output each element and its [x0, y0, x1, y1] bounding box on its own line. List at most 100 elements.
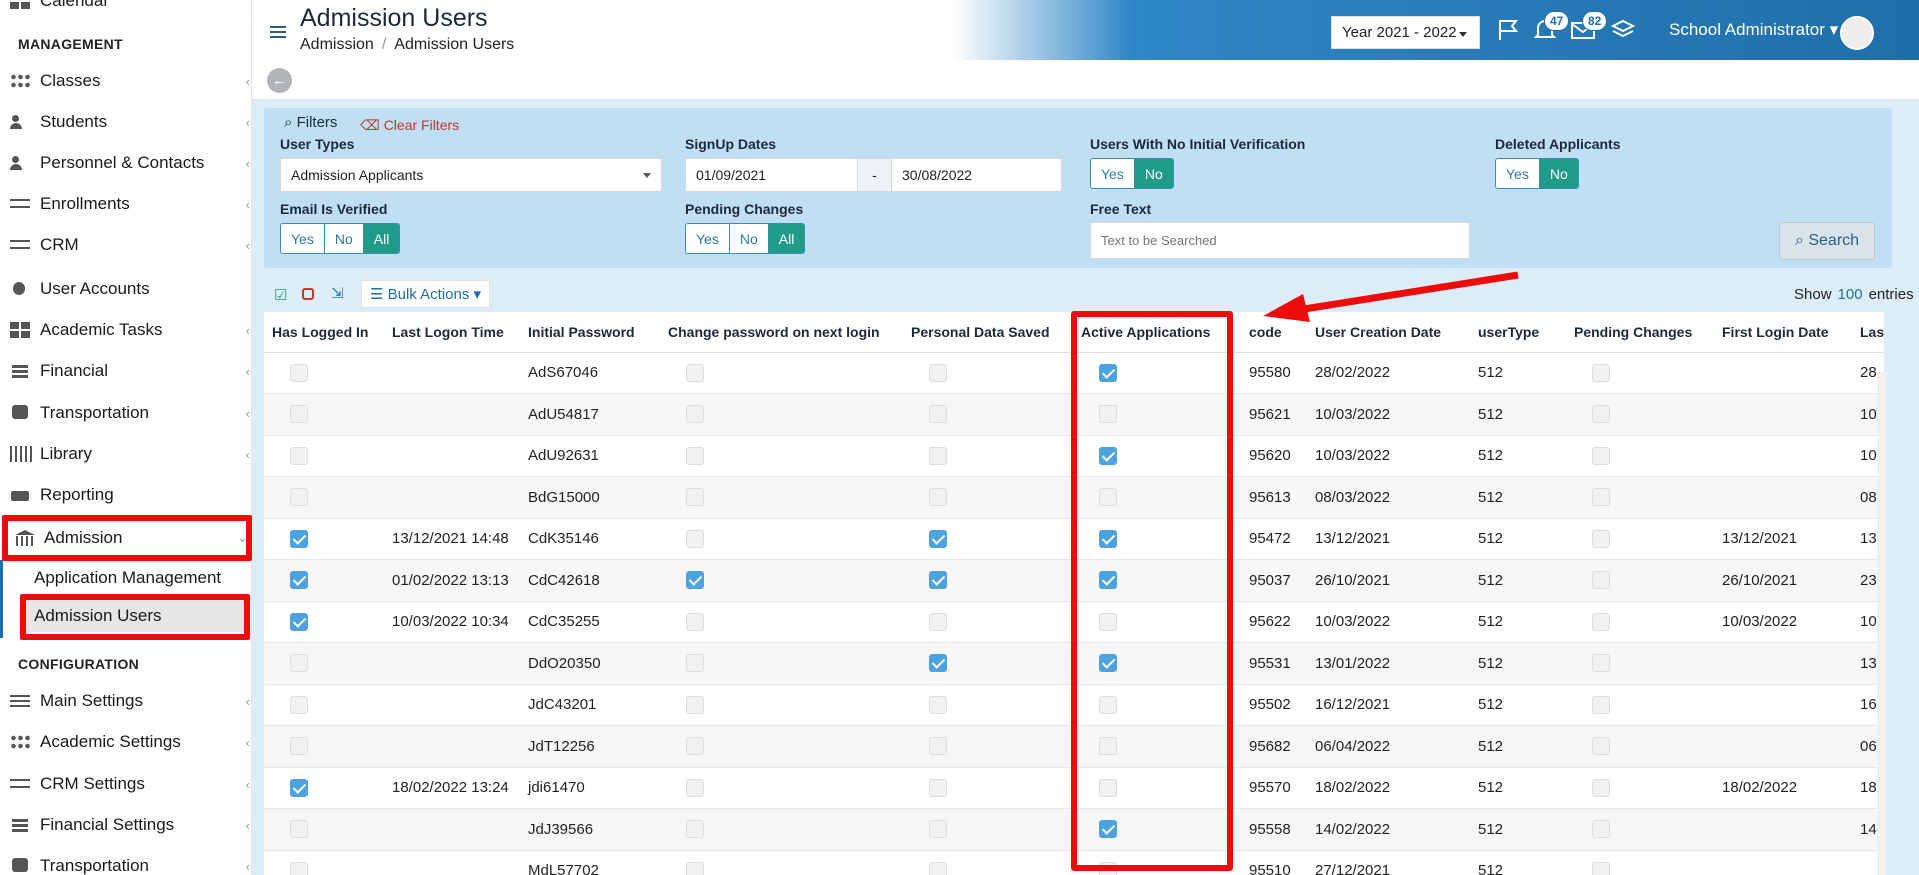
sidebar-item-crm-settings[interactable]: CRM Settings ‹: [10, 769, 250, 799]
bell-icon[interactable]: 47: [1532, 11, 1570, 42]
checked-checkbox[interactable]: [929, 529, 947, 548]
sidebar-item-transportation[interactable]: Transportation ‹: [10, 398, 250, 428]
toggle-yes[interactable]: Yes: [686, 224, 730, 253]
layers-icon[interactable]: [1610, 18, 1636, 42]
unchecked-checkbox[interactable]: [686, 737, 704, 756]
sidebar-item-academic-settings[interactable]: Academic Settings ‹: [10, 727, 250, 757]
checked-checkbox[interactable]: [929, 571, 947, 590]
unchecked-checkbox[interactable]: [929, 488, 947, 507]
toggle-no[interactable]: No: [730, 224, 769, 253]
unchecked-checkbox[interactable]: [1592, 695, 1610, 714]
clear-filters-link[interactable]: ⌫ Clear Filters: [360, 117, 459, 134]
unchecked-checkbox[interactable]: [929, 446, 947, 465]
toggle-all[interactable]: All: [768, 224, 805, 253]
unchecked-checkbox[interactable]: [929, 737, 947, 756]
sidebar-item-reporting[interactable]: Reporting: [10, 480, 250, 510]
unchecked-checkbox[interactable]: [929, 612, 947, 631]
checked-checkbox[interactable]: [290, 571, 308, 590]
unchecked-checkbox[interactable]: [1592, 571, 1610, 590]
toggle-no[interactable]: No: [325, 224, 364, 253]
deleted-applicants-toggle[interactable]: Yes No: [1495, 158, 1579, 189]
checked-checkbox[interactable]: [290, 612, 308, 631]
unchecked-checkbox[interactable]: [1592, 405, 1610, 424]
unchecked-checkbox[interactable]: [1592, 737, 1610, 756]
column-header[interactable]: Personal Data Saved: [903, 312, 1073, 353]
signup-to-input[interactable]: 30/08/2022: [891, 158, 1062, 192]
unchecked-checkbox[interactable]: [1592, 529, 1610, 548]
checked-checkbox[interactable]: [686, 571, 704, 590]
year-select[interactable]: Year 2021 - 2022: [1331, 16, 1480, 49]
signup-from-input[interactable]: 01/09/2021: [685, 158, 858, 192]
uncheck-all-icon[interactable]: [302, 288, 314, 300]
column-header[interactable]: First Login Date: [1714, 312, 1852, 353]
flag-icon[interactable]: [1496, 18, 1522, 42]
sidebar-item-crm[interactable]: CRM ‹: [10, 230, 250, 260]
unchecked-checkbox[interactable]: [1592, 654, 1610, 673]
sidebar-item-calendar[interactable]: Calendar: [10, 0, 250, 16]
unchecked-checkbox[interactable]: [1592, 612, 1610, 631]
unchecked-checkbox[interactable]: [686, 820, 704, 839]
checked-checkbox[interactable]: [929, 654, 947, 673]
unchecked-checkbox[interactable]: [686, 612, 704, 631]
unchecked-checkbox[interactable]: [290, 695, 308, 714]
no-verification-toggle[interactable]: Yes No: [1090, 158, 1174, 189]
unchecked-checkbox[interactable]: [686, 446, 704, 465]
search-button[interactable]: ⌕ Search: [1779, 222, 1875, 260]
pending-changes-toggle[interactable]: Yes No All: [685, 223, 806, 254]
breadcrumb-admission[interactable]: Admission: [300, 36, 374, 53]
bulk-actions-button[interactable]: ☰ Bulk Actions ▾: [361, 280, 491, 308]
unchecked-checkbox[interactable]: [1592, 861, 1610, 875]
unchecked-checkbox[interactable]: [686, 529, 704, 548]
unchecked-checkbox[interactable]: [290, 446, 308, 465]
unchecked-checkbox[interactable]: [290, 654, 308, 673]
column-header[interactable]: Pending Changes: [1566, 312, 1714, 353]
compress-icon[interactable]: ⇲: [331, 284, 345, 302]
unchecked-checkbox[interactable]: [1592, 363, 1610, 382]
sidebar-item-user-accounts[interactable]: User Accounts: [10, 274, 250, 304]
toggle-yes[interactable]: Yes: [1496, 159, 1540, 188]
column-header[interactable]: Change password on next login: [660, 312, 903, 353]
unchecked-checkbox[interactable]: [290, 820, 308, 839]
unchecked-checkbox[interactable]: [686, 405, 704, 424]
toggle-yes[interactable]: Yes: [281, 224, 325, 253]
unchecked-checkbox[interactable]: [290, 861, 308, 875]
checked-checkbox[interactable]: [290, 529, 308, 548]
toggle-no[interactable]: No: [1539, 159, 1578, 188]
avatar[interactable]: [1840, 16, 1874, 50]
column-header[interactable]: Last: [1852, 312, 1884, 353]
sidebar-subitem-application-management[interactable]: Application Management: [34, 568, 221, 588]
toggle-yes[interactable]: Yes: [1091, 159, 1135, 188]
unchecked-checkbox[interactable]: [929, 820, 947, 839]
sidebar-item-personnel[interactable]: Personnel & Contacts ‹: [10, 148, 250, 178]
unchecked-checkbox[interactable]: [929, 861, 947, 875]
unchecked-checkbox[interactable]: [686, 778, 704, 797]
free-text-input[interactable]: [1090, 222, 1470, 259]
unchecked-checkbox[interactable]: [290, 488, 308, 507]
sidebar-item-classes[interactable]: Classes ‹: [10, 66, 250, 96]
sidebar-item-library[interactable]: Library ‹: [10, 439, 250, 469]
table-scrollbar[interactable]: [1877, 372, 1887, 875]
sidebar-item-financial[interactable]: Financial ‹: [10, 356, 250, 386]
sidebar-item-main-settings[interactable]: Main Settings ‹: [10, 686, 250, 716]
unchecked-checkbox[interactable]: [686, 654, 704, 673]
unchecked-checkbox[interactable]: [686, 488, 704, 507]
column-header[interactable]: Last Logon Time: [384, 312, 520, 353]
unchecked-checkbox[interactable]: [1592, 488, 1610, 507]
unchecked-checkbox[interactable]: [290, 405, 308, 424]
unchecked-checkbox[interactable]: [929, 778, 947, 797]
unchecked-checkbox[interactable]: [686, 363, 704, 382]
sidebar-item-academic-tasks[interactable]: Academic Tasks ‹: [10, 315, 250, 345]
column-header[interactable]: Initial Password: [520, 312, 660, 353]
unchecked-checkbox[interactable]: [929, 695, 947, 714]
unchecked-checkbox[interactable]: [1592, 446, 1610, 465]
unchecked-checkbox[interactable]: [1592, 778, 1610, 797]
hamburger-menu-icon[interactable]: [270, 26, 286, 38]
user-menu[interactable]: School Administrator ▾: [1669, 20, 1838, 40]
unchecked-checkbox[interactable]: [686, 861, 704, 875]
unchecked-checkbox[interactable]: [686, 695, 704, 714]
unchecked-checkbox[interactable]: [929, 405, 947, 424]
entries-select[interactable]: 100: [1838, 286, 1863, 303]
envelope-icon[interactable]: 82: [1570, 11, 1608, 42]
email-verified-toggle[interactable]: Yes No All: [280, 223, 401, 254]
sidebar-item-students[interactable]: Students ‹: [10, 107, 250, 137]
